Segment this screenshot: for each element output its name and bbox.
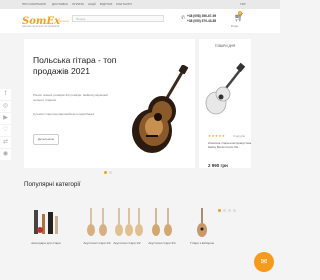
deal-dot-3[interactable] xyxy=(228,209,231,212)
product-price: 2 990 грн xyxy=(208,163,228,168)
topbar-link-delivery[interactable]: ДОСТАВКА xyxy=(52,2,68,6)
phone-numbers[interactable]: +38 (098) 396-67-99 +38 (050) 579-43-85 xyxy=(187,14,216,24)
guitar-choice-image xyxy=(197,208,207,237)
heart-icon[interactable]: ♡ xyxy=(0,125,11,136)
topbar-link-sales[interactable]: АКЦІЇ xyxy=(88,2,96,6)
guitar-three-quarter-image xyxy=(152,208,172,236)
accessories-image xyxy=(34,210,58,234)
chat-icon: ✉ xyxy=(260,257,268,266)
deal-dot-4[interactable] xyxy=(233,209,236,212)
deal-dot-2[interactable] xyxy=(223,209,226,212)
category-label: Аксесуари для гітари xyxy=(31,241,61,245)
cart-total: 0 грн xyxy=(231,24,238,28)
slider-dot-2[interactable] xyxy=(109,171,112,174)
category-label: Гітари з вибором xyxy=(190,241,214,245)
category-card[interactable]: Аксесуари для гітари xyxy=(28,202,64,254)
slide-subtext: Сучасні гітари від європейського виробни… xyxy=(33,112,95,116)
category-card[interactable]: Гітари з вибором xyxy=(184,202,220,254)
deal-dots xyxy=(218,199,238,217)
language-switch[interactable]: УКР xyxy=(240,2,246,6)
youtube-icon[interactable]: ▶ xyxy=(0,113,11,124)
chat-button[interactable]: ✉ xyxy=(254,252,274,272)
topbar-link-payment[interactable]: ОПЛАТА xyxy=(72,2,84,6)
category-label: Акустичні гітари 3/4 xyxy=(148,241,176,245)
review-count[interactable]: 0 відгуків xyxy=(233,134,245,138)
compare-icon[interactable]: ⇄ xyxy=(0,137,11,148)
category-card[interactable]: Акустичні гітари 3/4 xyxy=(144,202,180,254)
slider-dot-1[interactable] xyxy=(104,171,107,174)
site-tagline: магазин музичних інструментів xyxy=(22,25,60,28)
slide-text: Різних повних розмірів 4/4 розміри. Найп… xyxy=(33,93,108,102)
details-button[interactable]: Детальніше xyxy=(33,134,59,145)
hero-slider: Польська гітара - топ продажів 2021 Різн… xyxy=(24,39,195,174)
topbar-link-reviews[interactable]: ВІДГУКИ xyxy=(100,2,112,6)
slider-dots xyxy=(104,161,114,179)
product-image[interactable] xyxy=(205,59,247,119)
guitar-half-image xyxy=(115,208,143,236)
category-card[interactable]: Акустичні гітари 1/2 xyxy=(109,202,145,254)
guitar-image xyxy=(132,65,189,153)
phone-icon: ✆ xyxy=(181,15,186,21)
deal-of-day-card[interactable]: ТОВАРИ ДНЯ ★★★★★ 0 відгуків Класична гіт… xyxy=(199,39,252,212)
top-bar: ПРО КОМПАНІЮ ДОСТАВКА ОПЛАТА АКЦІЇ ВІДГУ… xyxy=(0,0,280,9)
categories-heading: Популярні категорії xyxy=(24,181,81,188)
product-name[interactable]: Класична гітара-електроакустика Harley B… xyxy=(208,141,252,149)
cart-count-badge: 0 xyxy=(238,11,242,15)
facebook-icon[interactable]: f xyxy=(0,89,11,100)
deal-title: ТОВАРИ ДНЯ xyxy=(214,44,236,48)
topbar-link-contacts[interactable]: КОНТАКТИ xyxy=(116,2,132,6)
topbar-link-about[interactable]: ПРО КОМПАНІЮ xyxy=(22,2,46,6)
instagram-icon[interactable]: ◎ xyxy=(0,101,11,112)
rating-stars: ★★★★★ xyxy=(208,134,226,138)
logo-domain: .com.ua xyxy=(58,19,69,23)
search-input[interactable]: Пошук... xyxy=(72,15,164,22)
phone-2[interactable]: +38 (050) 579-43-85 xyxy=(187,19,216,24)
eye-icon[interactable]: ◉ xyxy=(0,149,11,160)
